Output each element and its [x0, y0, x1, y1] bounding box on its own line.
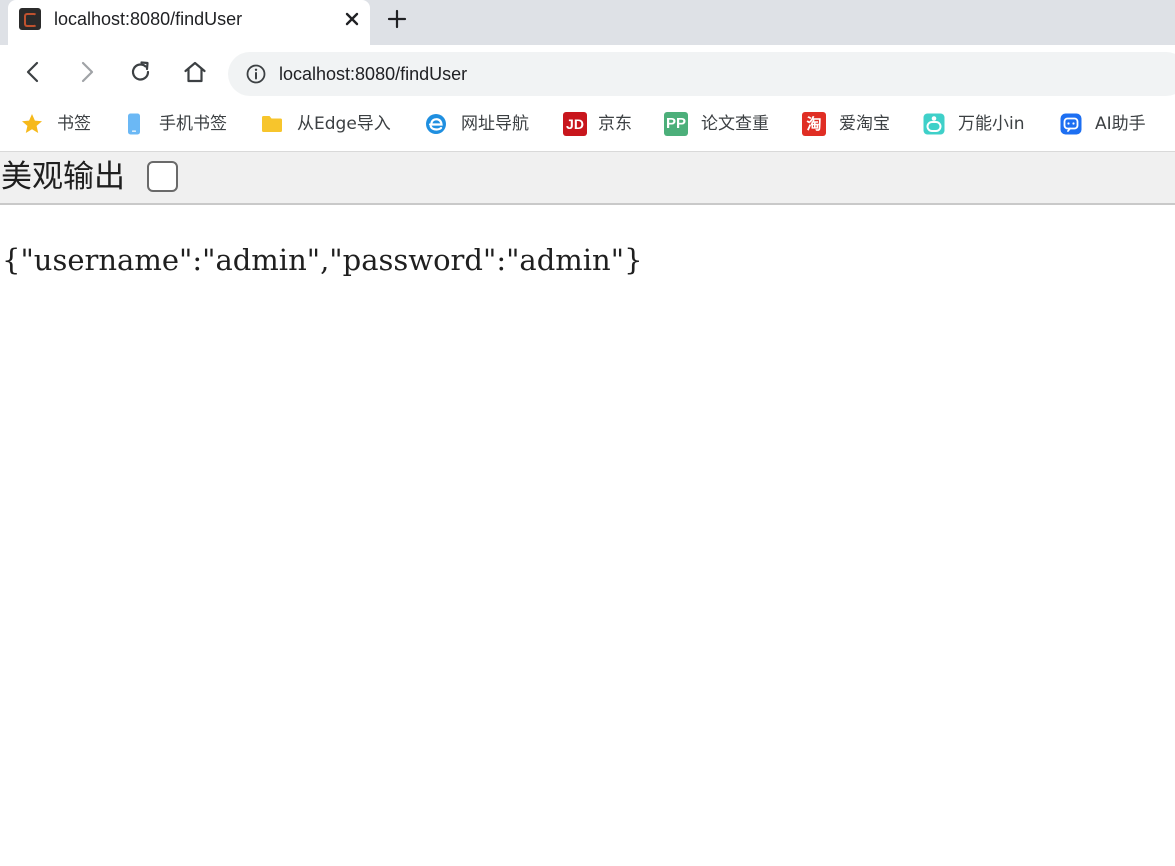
close-icon[interactable]: [342, 9, 362, 29]
taobao-icon: 淘: [802, 112, 826, 136]
xiaoin-icon: [923, 113, 945, 135]
phone-icon: [128, 113, 140, 135]
bookmark-label: 从Edge导入: [297, 114, 391, 134]
new-tab-icon[interactable]: [386, 8, 408, 30]
pretty-print-label: 美观输出: [1, 159, 125, 195]
app-icon: [19, 8, 41, 30]
browser-tab[interactable]: localhost:8080/findUser: [8, 0, 370, 45]
bookmark-label: 论文查重: [701, 114, 769, 134]
bookmark-label: 手机书签: [159, 114, 227, 134]
bookmark-label: 京东: [598, 114, 632, 134]
bookmark-label: 网址导航: [461, 114, 529, 134]
address-bar[interactable]: localhost:8080/findUser: [228, 52, 1175, 96]
browser-toolbar: localhost:8080/findUser: [0, 45, 1175, 100]
json-viewer-toolbar: 美观输出: [0, 151, 1175, 205]
info-icon[interactable]: [245, 63, 267, 85]
url-text[interactable]: localhost:8080/findUser: [279, 62, 467, 86]
ai-assistant-icon: [1060, 113, 1082, 135]
jd-icon: JD: [563, 112, 587, 136]
forward-icon[interactable]: [74, 59, 100, 85]
edge-icon: [426, 114, 446, 134]
bookmarks-bar: 书签 手机书签 从Edge导入 网址导航 JD 京东 PP 论文查重 淘 爱淘宝: [0, 100, 1175, 150]
reload-icon[interactable]: [128, 59, 154, 85]
bookmark-label: 万能小in: [958, 114, 1025, 134]
bookmark-label: 书签: [57, 114, 91, 134]
tab-title: localhost:8080/findUser: [54, 9, 243, 29]
pp-icon: PP: [664, 112, 688, 136]
star-icon: [22, 114, 42, 133]
tab-strip: localhost:8080/findUser: [0, 0, 1175, 45]
home-icon[interactable]: [182, 59, 208, 85]
pretty-print-checkbox[interactable]: [147, 161, 178, 192]
bookmark-label: 爱淘宝: [839, 114, 890, 134]
bookmark-label: AI助手: [1095, 114, 1146, 134]
back-icon[interactable]: [20, 59, 46, 85]
folder-icon: [262, 116, 282, 132]
json-output: {"username":"admin","password":"admin"}: [2, 243, 643, 277]
